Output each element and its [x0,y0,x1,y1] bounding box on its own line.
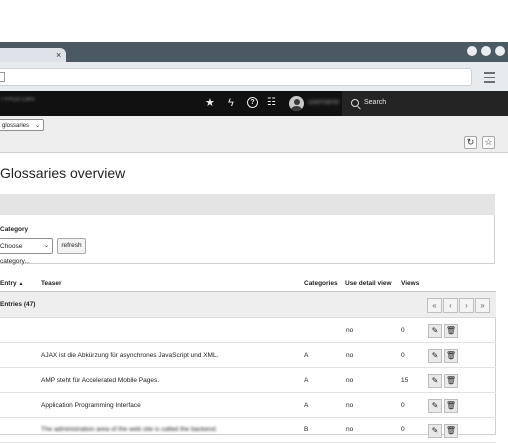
table-group-row [0,292,496,318]
pager-first-button[interactable]: « [427,298,442,313]
trash-icon: 🗑 [445,351,457,360]
categories-cell: A [304,377,309,384]
help-icon[interactable]: ? [247,97,258,108]
list-icon[interactable]: ☷ [267,97,276,109]
tab-close-icon[interactable]: × [56,49,61,61]
address-bar[interactable] [0,68,472,86]
column-header-entry[interactable]: Entry ▲ [0,280,23,287]
category-filter-label: Category [0,226,29,233]
edit-icon: ✎ [431,351,439,360]
edit-icon: ✎ [431,426,439,435]
pager-last-button[interactable]: » [475,298,490,313]
table-header [0,275,496,292]
edit-button[interactable]: ✎ [428,374,442,388]
pager-prev-button[interactable]: ‹ [443,298,458,313]
edit-button[interactable]: ✎ [428,324,442,338]
trash-icon: 🗑 [445,326,457,335]
browser-tabstrip [0,42,508,62]
bolt-icon[interactable]: ϟ [228,97,234,109]
detail-view-cell: no [346,377,354,384]
group-label: Entries (47) [0,301,36,308]
detail-view-cell: no [346,352,354,359]
close-icon[interactable] [495,46,505,56]
star-icon[interactable]: ★ [205,97,215,109]
column-header-views: Views [401,280,420,287]
trash-icon: 🗑 [445,401,457,410]
delete-button[interactable]: 🗑 [444,374,458,388]
module-select-value: glossaries [2,123,30,129]
detail-view-cell: no [346,402,354,409]
column-header-teaser: Teaser [41,280,62,287]
edit-icon: ✎ [431,376,439,385]
star-outline-icon: ☆ [484,137,493,147]
teaser-cell: AJAX ist die Abkürzung für asynchrones J… [41,352,219,359]
minimize-icon[interactable] [467,46,477,56]
column-header-categories: Categories [304,280,338,287]
views-cell: 0 [401,402,405,409]
category-select-value: Choose category... [0,243,30,265]
table-row[interactable] [0,318,496,343]
refresh-button[interactable]: refresh [57,238,86,254]
page-icon [0,72,5,82]
avatar[interactable] [289,96,304,111]
delete-button[interactable]: 🗑 [444,424,458,438]
brand-logo[interactable]: TYPO3 CMS [0,97,35,103]
chevron-down-icon: ⌄ [43,243,49,249]
reload-button[interactable]: ↻ [464,136,477,149]
trash-icon: 🗑 [445,426,457,435]
module-select[interactable]: glossaries ⌄ [0,119,44,131]
module-docheader [0,116,508,153]
filter-panel-header [0,194,495,215]
column-header-label: Entry [0,280,17,287]
teaser-cell: Application Programming Interface [41,402,141,409]
views-cell: 15 [401,377,409,384]
column-header-detail-view: Use detail view [345,280,392,287]
teaser-cell: AMP steht für Accelerated Mobile Pages. [41,377,160,384]
browser-menu-icon[interactable] [484,72,495,86]
edit-icon: ✎ [431,326,439,335]
username[interactable]: username [308,99,339,106]
views-cell: 0 [401,352,405,359]
page-title: Glossaries overview [0,165,126,181]
category-select[interactable]: Choose category... ⌄ [0,238,53,265]
search-icon[interactable] [351,99,359,107]
delete-button[interactable]: 🗑 [444,324,458,338]
chevron-down-icon: ⌄ [34,123,40,129]
maximize-icon[interactable] [481,46,491,56]
views-cell: 0 [401,327,405,334]
edit-button[interactable]: ✎ [428,399,442,413]
edit-button[interactable]: ✎ [428,424,442,438]
edit-icon: ✎ [431,401,439,410]
bookmark-button[interactable]: ☆ [482,136,495,149]
categories-cell: A [304,352,309,359]
edit-button[interactable]: ✎ [428,349,442,363]
delete-button[interactable]: 🗑 [444,399,458,413]
detail-view-cell: no [346,327,354,334]
pager-next-button[interactable]: › [459,298,474,313]
reload-icon: ↻ [466,137,475,147]
sort-asc-icon: ▲ [18,281,24,287]
trash-icon: 🗑 [445,376,457,385]
delete-button[interactable]: 🗑 [444,349,458,363]
search-label[interactable]: Search [364,99,386,106]
categories-cell: A [304,402,309,409]
